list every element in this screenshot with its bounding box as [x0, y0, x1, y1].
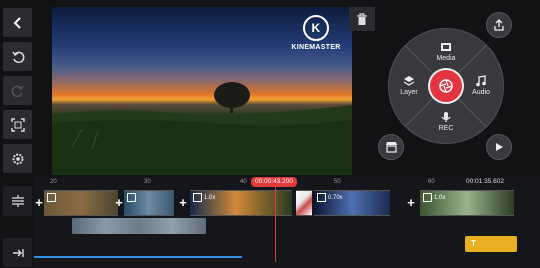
kinemaster-logo: K KINEMASTER [286, 15, 346, 51]
video-preview[interactable]: K KINEMASTER [52, 7, 352, 175]
layer-button[interactable]: Layer [389, 75, 429, 96]
layer-clip[interactable] [72, 218, 206, 234]
media-icon [441, 43, 451, 51]
media-label: Media [436, 55, 456, 62]
add-transition-button[interactable]: + [178, 190, 188, 214]
preview-landscape [52, 82, 352, 175]
undo-button[interactable] [3, 42, 32, 71]
video-clip[interactable]: 1.0x [420, 190, 514, 216]
total-duration: 00:01:35.602 [466, 178, 504, 185]
brand-label: KINEMASTER [291, 44, 341, 51]
transition-clip[interactable] [296, 190, 312, 216]
jump-to-end-button[interactable] [3, 238, 32, 267]
text-layer-clip[interactable]: T [465, 236, 517, 252]
ruler-tick: 40 [240, 179, 247, 185]
add-transition-button[interactable]: + [406, 190, 416, 214]
clip-speed [127, 193, 138, 202]
settings-button[interactable] [3, 144, 32, 173]
clip-speed: 1.0x [193, 193, 215, 202]
fullscreen-button[interactable] [3, 110, 32, 139]
kinemaster-k-icon: K [303, 15, 329, 41]
audio-label: Audio [472, 89, 490, 96]
video-clip[interactable] [44, 190, 118, 216]
sliders-icon [11, 195, 24, 207]
layers-icon [403, 76, 415, 86]
camera-capture-button[interactable] [428, 68, 464, 104]
current-timecode: 00:00:43.200 [251, 177, 297, 187]
store-icon [385, 142, 397, 153]
clip-thumb-icon [193, 193, 202, 202]
rec-label: REC [438, 125, 454, 132]
redo-button[interactable] [3, 76, 32, 105]
microphone-icon [441, 112, 451, 122]
audio-button[interactable]: Audio [461, 75, 501, 96]
video-clip[interactable] [124, 190, 174, 216]
play-icon [496, 143, 503, 151]
clip-thumb-icon [47, 193, 56, 202]
add-transition-button[interactable]: + [34, 190, 44, 214]
camera-shutter-icon [439, 79, 453, 93]
gear-icon [12, 153, 23, 164]
redo-icon [11, 85, 24, 97]
arrow-to-end-icon [12, 248, 24, 257]
delete-button[interactable] [349, 7, 375, 31]
ruler-tick: 30 [144, 179, 151, 185]
media-wheel: Media Audio REC Layer [388, 28, 504, 144]
rec-button[interactable]: REC [426, 111, 466, 132]
text-layer-icon: T [471, 239, 476, 248]
share-button[interactable] [486, 12, 512, 38]
playhead[interactable] [275, 182, 276, 262]
undo-icon [11, 51, 24, 63]
clip-thumb-icon [127, 193, 136, 202]
ruler-tick: 20 [50, 179, 57, 185]
ruler-tick: 50 [334, 179, 341, 185]
clip-speed: 1.0x [423, 193, 445, 202]
trash-icon [357, 12, 367, 25]
asset-store-button[interactable] [378, 134, 404, 160]
chevron-left-icon [13, 16, 21, 29]
track-adjust-button[interactable] [3, 186, 32, 216]
clip-thumb-icon [423, 193, 432, 202]
back-button[interactable] [3, 8, 32, 37]
video-clip[interactable]: 0.70x [314, 190, 390, 216]
clip-thumb-icon [317, 193, 326, 202]
play-button[interactable] [486, 134, 512, 160]
fullscreen-icon [10, 117, 25, 132]
music-note-icon [476, 75, 486, 87]
scroll-progress [34, 256, 242, 258]
video-clip[interactable]: 1.0x [190, 190, 292, 216]
media-button[interactable]: Media [426, 41, 466, 62]
ruler-tick: 60 [428, 179, 435, 185]
add-transition-button[interactable]: + [114, 190, 124, 214]
clip-speed [47, 193, 58, 202]
layer-label: Layer [400, 89, 418, 96]
clip-speed: 0.70x [317, 193, 343, 202]
share-icon [494, 19, 504, 31]
